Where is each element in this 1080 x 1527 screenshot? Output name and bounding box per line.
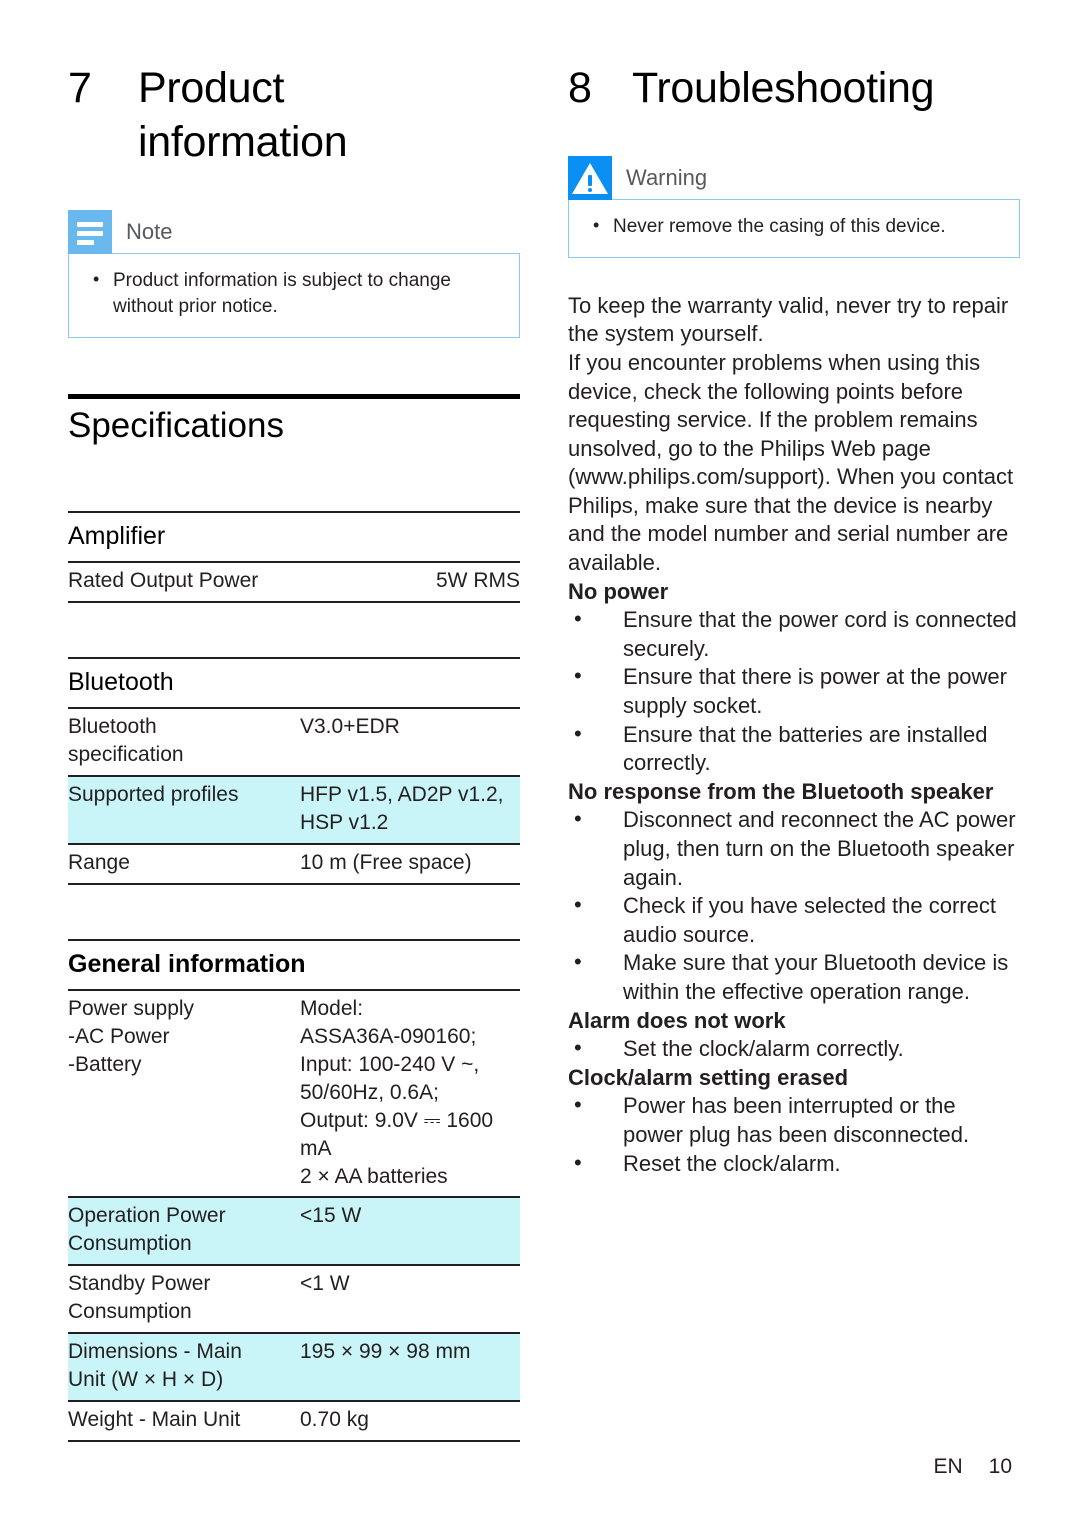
chapter-heading-product-information: 7 Product information [68,62,520,170]
note-list: Product information is subject to change… [87,267,501,322]
warning-label: Warning [626,164,708,190]
spec-value: 5W RMS [300,561,520,604]
section-list: Power has been interrupted or the power … [568,1091,1020,1179]
footer-language: EN [933,1455,963,1478]
spec-value: V3.0+EDR [300,707,520,778]
spec-label: Bluetooth specification [68,707,300,778]
list-item: Set the clock/alarm correctly. [568,1034,1020,1064]
section-heading: Alarm does not work [568,1007,786,1033]
table-row: Rated Output Power 5W RMS [68,561,520,604]
note-label: Note [126,218,173,244]
table-row: Bluetooth specification V3.0+EDR [68,707,520,778]
note-icon [68,209,112,254]
right-column: 8 Troubleshooting Warning Never remove t… [568,62,1020,1178]
spec-table-general-information: Power supply -AC Power -Battery Model: A… [68,988,520,1442]
warning-list: Never remove the casing of this device. [587,213,1001,241]
spec-label: Weight - Main Unit [68,1399,300,1442]
list-item: Check if you have selected the correct a… [568,891,1020,949]
spec-value: <1 W [300,1264,520,1335]
spec-value: HFP v1.5, AD2P v1.2, HSP v1.2 [300,775,520,846]
chapter-number: 7 [68,64,92,112]
spec-label: Dimensions - Main Unit (W × H × D) [68,1332,300,1402]
section-list: Ensure that the power cord is connected … [568,605,1020,778]
chapter-title-line-1: Product [138,64,285,112]
warning-icon [568,155,612,200]
table-row: Range 10 m (Free space) [68,843,520,885]
spec-label: Operation Power Consumption [68,1196,300,1267]
specifications-title: Specifications [68,406,284,446]
specifications-rule [68,394,520,400]
spec-value: <15 W [300,1196,520,1267]
list-item: Power has been interrupted or the power … [568,1091,1020,1149]
table-row: Standby Power Consumption <1 W [68,1264,520,1335]
note-callout-body: Product information is subject to change… [68,252,520,339]
section-list: Disconnect and reconnect the AC power pl… [568,805,1020,1006]
intro-paragraph: To keep the warranty valid, never try to… [568,292,1014,576]
spec-table-bluetooth: Bluetooth specification V3.0+EDR Support… [68,707,520,885]
table-row-highlighted: Dimensions - Main Unit (W × H × D) 195 ×… [68,1332,520,1402]
spec-subtitle-amplifier: Amplifier [68,522,166,551]
section-heading: No response from the Bluetooth speaker [568,778,994,804]
left-column: 7 Product information Note Product infor… [68,62,520,1442]
chapter-heading-troubleshooting: 8 Troubleshooting [568,62,1020,116]
spec-label: Standby Power Consumption [68,1264,300,1335]
spec-label: Power supply -AC Power -Battery [68,988,300,1199]
spec-value: 0.70 kg [300,1399,520,1442]
spec-block-amplifier: Amplifier Rated Output Power 5W RMS [68,511,520,604]
section-list: Set the clock/alarm correctly. [568,1034,1020,1064]
warning-callout-body: Never remove the casing of this device. [568,198,1020,258]
list-item: Ensure that the power cord is connected … [568,605,1020,663]
table-row-highlighted: Supported profiles HFP v1.5, AD2P v1.2, … [68,775,520,846]
spec-subtitle-bluetooth: Bluetooth [68,668,174,697]
note-callout-header: Note [68,209,520,254]
troubleshooting-section-clock-alarm-setting-erased: Clock/alarm setting erased Power has bee… [568,1064,1020,1178]
page-footer: EN 10 [933,1455,1012,1479]
list-item: Ensure that there is power at the power … [568,662,1020,720]
chapter-title: Product information [138,62,520,170]
list-item: Never remove the casing of this device. [587,213,1001,241]
spec-label: Range [68,843,300,885]
spec-label: Supported profiles [68,775,300,846]
spec-block-bluetooth: Bluetooth Bluetooth specification V3.0+E… [68,657,520,885]
spec-block-general-information: General information Power supply -AC Pow… [68,938,520,1442]
two-column-layout: 7 Product information Note Product infor… [68,62,1020,1442]
table-row: Weight - Main Unit 0.70 kg [68,1399,520,1442]
warning-callout-header: Warning [568,155,1020,200]
table-row: Power supply -AC Power -Battery Model: A… [68,988,520,1199]
warning-callout: Warning Never remove the casing of this … [568,155,1020,258]
spec-value: Model: ASSA36A-090160; Input: 100-240 V … [300,988,520,1199]
section-heading: No power [568,578,669,604]
troubleshooting-section-alarm-does-not-work: Alarm does not work Set the clock/alarm … [568,1007,1020,1064]
note-callout: Note Product information is subject to c… [68,209,520,339]
spec-subtitle-general-information: General information [68,949,306,978]
spec-value: 195 × 99 × 98 mm [300,1332,520,1402]
table-row-highlighted: Operation Power Consumption <15 W [68,1196,520,1267]
list-item: Ensure that the batteries are installed … [568,720,1020,778]
chapter-title-line-2: information [138,117,348,166]
footer-page-number: 10 [988,1455,1012,1478]
spec-table-amplifier: Rated Output Power 5W RMS [68,561,520,604]
troubleshooting-section-no-power: No power Ensure that the power cord is c… [568,578,1020,778]
chapter-title: Troubleshooting [632,64,935,112]
document-page: 7 Product information Note Product infor… [0,0,1080,1527]
list-item: Product information is subject to change… [87,267,501,322]
troubleshooting-intro: To keep the warranty valid, never try to… [568,292,1020,578]
chapter-number: 8 [568,64,592,112]
list-item: Make sure that your Bluetooth device is … [568,948,1020,1006]
list-item: Reset the clock/alarm. [568,1149,1020,1179]
spec-value: 10 m (Free space) [300,843,520,885]
troubleshooting-section-no-response-bluetooth: No response from the Bluetooth speaker D… [568,778,1020,1007]
spec-label: Rated Output Power [68,561,300,604]
section-heading: Clock/alarm setting erased [568,1064,849,1090]
list-item: Disconnect and reconnect the AC power pl… [568,805,1020,892]
